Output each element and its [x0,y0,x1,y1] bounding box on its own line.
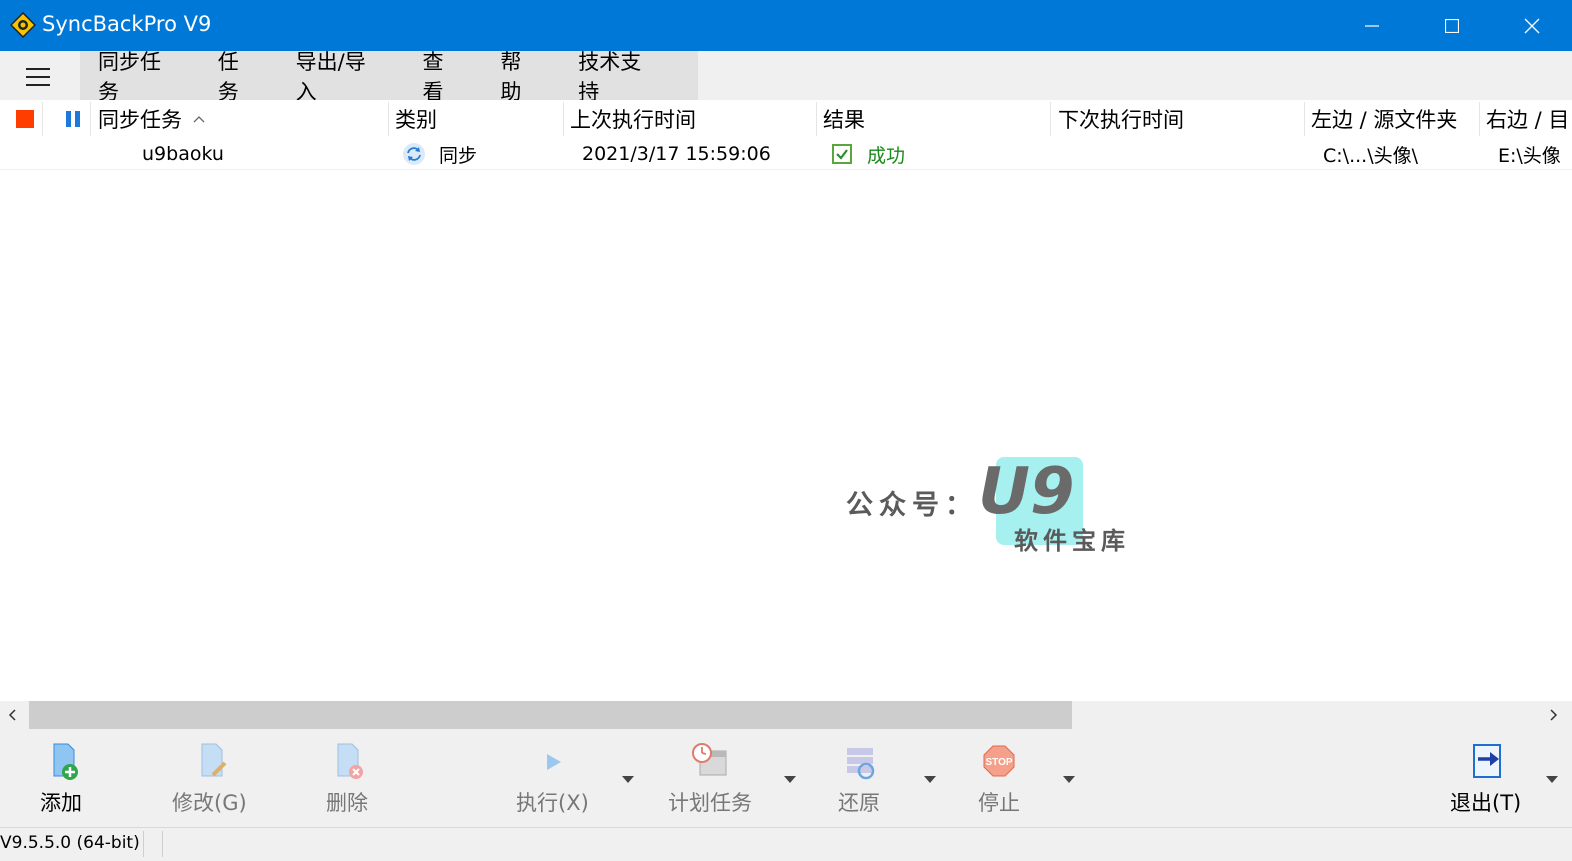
version-label: V9.5.5.0 (64-bit) [0,833,140,853]
column-separator[interactable] [563,102,564,136]
schedule-button-label: 计划任务 [668,791,752,815]
row-last-run: 2021/3/17 15:59:06 [582,143,771,165]
column-header-last-run[interactable]: 上次执行时间 [570,100,815,138]
modify-button-label: 修改(G) [172,791,247,815]
window-title: SyncBackPro V9 [42,12,212,36]
row-left-source: C:\...\头像\ [1323,144,1418,167]
edit-document-icon [201,743,227,777]
restore-button-label: 还原 [838,791,880,815]
row-result: 成功 [831,138,905,170]
column-status[interactable] [16,100,40,138]
menu-item-profiles[interactable]: 同步任务 [98,46,182,106]
restore-button[interactable]: 还原 [838,741,880,817]
row-name: u9baoku [142,143,224,165]
maximize-button[interactable] [1412,0,1492,51]
column-header-category[interactable]: 类别 [395,100,560,138]
pause-icon [66,111,80,127]
delete-button[interactable]: 删除 [326,741,368,817]
delete-document-icon [337,743,363,779]
scrollbar-thumb[interactable] [29,701,1072,729]
schedule-calendar-icon [692,743,727,776]
column-header-last-run-label: 上次执行时间 [570,108,696,132]
stop-button-label: 停止 [978,791,1020,815]
column-header-result-label: 结果 [823,108,865,132]
menu-item-task[interactable]: 任务 [218,46,260,106]
row-category-label: 同步 [439,144,478,167]
row-right-dest: E:\头像 [1498,144,1561,167]
restore-icon [847,748,875,780]
check-icon [832,144,852,164]
exit-door-icon [1472,744,1501,778]
maximize-icon [1445,18,1459,33]
svg-text:STOP: STOP [985,757,1012,768]
column-header-left-source-label: 左边 / 源文件夹 [1311,108,1458,132]
status-bar: V9.5.5.0 (64-bit) [0,827,1572,861]
restore-dropdown-arrow-icon[interactable] [924,776,936,783]
watermark-sub: 软件宝库 [1014,527,1130,555]
status-separator [143,831,144,857]
table-row[interactable]: u9baoku 同步 2021/3/17 15:59:06 成功 C:\...\… [0,138,1572,170]
stop-square-icon [16,110,34,128]
column-header-right-dest-label: 右边 / 目 [1486,108,1570,132]
stop-dropdown-arrow-icon[interactable] [1063,776,1075,783]
column-header-category-label: 类别 [395,108,437,132]
column-separator[interactable] [42,102,43,136]
schedule-dropdown-arrow-icon[interactable] [784,776,796,783]
column-separator[interactable] [90,102,91,136]
scroll-left-icon[interactable] [7,709,19,721]
sync-icon [403,143,425,165]
menu-item-view[interactable]: 查看 [422,46,464,106]
column-separator[interactable] [1479,102,1480,136]
main-menu: 同步任务 任务 导出/导入 查看 帮助 技术支持 [80,50,698,104]
sort-ascending-icon [193,116,205,123]
minimize-icon [1365,24,1379,27]
status-separator [162,831,163,857]
run-dropdown-arrow-icon[interactable] [622,776,634,783]
add-button-label: 添加 [40,791,82,815]
close-button[interactable] [1492,0,1572,51]
delete-button-label: 删除 [326,791,368,815]
column-header-left-source[interactable]: 左边 / 源文件夹 [1311,100,1479,138]
stop-sign-icon: STOP [983,745,1015,777]
column-header-name[interactable]: 同步任务 [98,100,388,138]
column-separator[interactable] [816,102,817,136]
row-result-label: 成功 [867,144,906,167]
scroll-right-icon[interactable] [1547,709,1559,721]
row-category: 同步 [402,138,477,170]
column-header-name-label: 同步任务 [98,108,182,132]
watermark-brand: U9 [978,455,1075,529]
stop-button[interactable]: STOP 停止 [978,741,1020,817]
close-icon [1524,18,1540,33]
watermark: 公众号： U9 软件宝库 [846,455,1136,557]
modify-button[interactable]: 修改(G) [172,741,247,817]
add-document-icon [53,743,78,780]
exit-button-label: 退出(T) [1450,791,1522,815]
menu-item-help[interactable]: 帮助 [500,46,542,106]
run-button-label: 执行(X) [516,791,589,815]
menu-item-support[interactable]: 技术支持 [578,46,662,106]
column-header-next-run-label: 下次执行时间 [1058,108,1184,132]
run-button[interactable]: 执行(X) [516,741,589,817]
play-icon [547,754,562,770]
column-header-right-dest[interactable]: 右边 / 目 [1486,100,1572,138]
bottom-toolbar: 添加 修改(G) 删除 执行(X) 计划任务 还原 STOP 停止 退出(T) [0,729,1572,827]
menu-item-export-import[interactable]: 导出/导入 [296,46,387,106]
exit-button[interactable]: 退出(T) [1450,741,1521,817]
add-button[interactable]: 添加 [40,741,82,817]
column-separator[interactable] [388,102,389,136]
column-separator[interactable] [1050,102,1051,136]
title-bar: SyncBackPro V9 [0,0,1572,51]
syncback-app-icon [10,12,36,38]
watermark-prefix: 公众号： [846,490,978,521]
schedule-button[interactable]: 计划任务 [668,741,752,817]
minimize-button[interactable] [1332,0,1412,51]
horizontal-scrollbar[interactable] [0,701,1572,729]
column-pause[interactable] [65,100,85,138]
toolbar-options-arrow-icon[interactable] [1546,776,1558,783]
column-header-next-run[interactable]: 下次执行时间 [1058,100,1303,138]
column-header-result[interactable]: 结果 [823,100,1048,138]
column-separator[interactable] [1304,102,1305,136]
hamburger-menu-icon[interactable] [26,68,50,86]
